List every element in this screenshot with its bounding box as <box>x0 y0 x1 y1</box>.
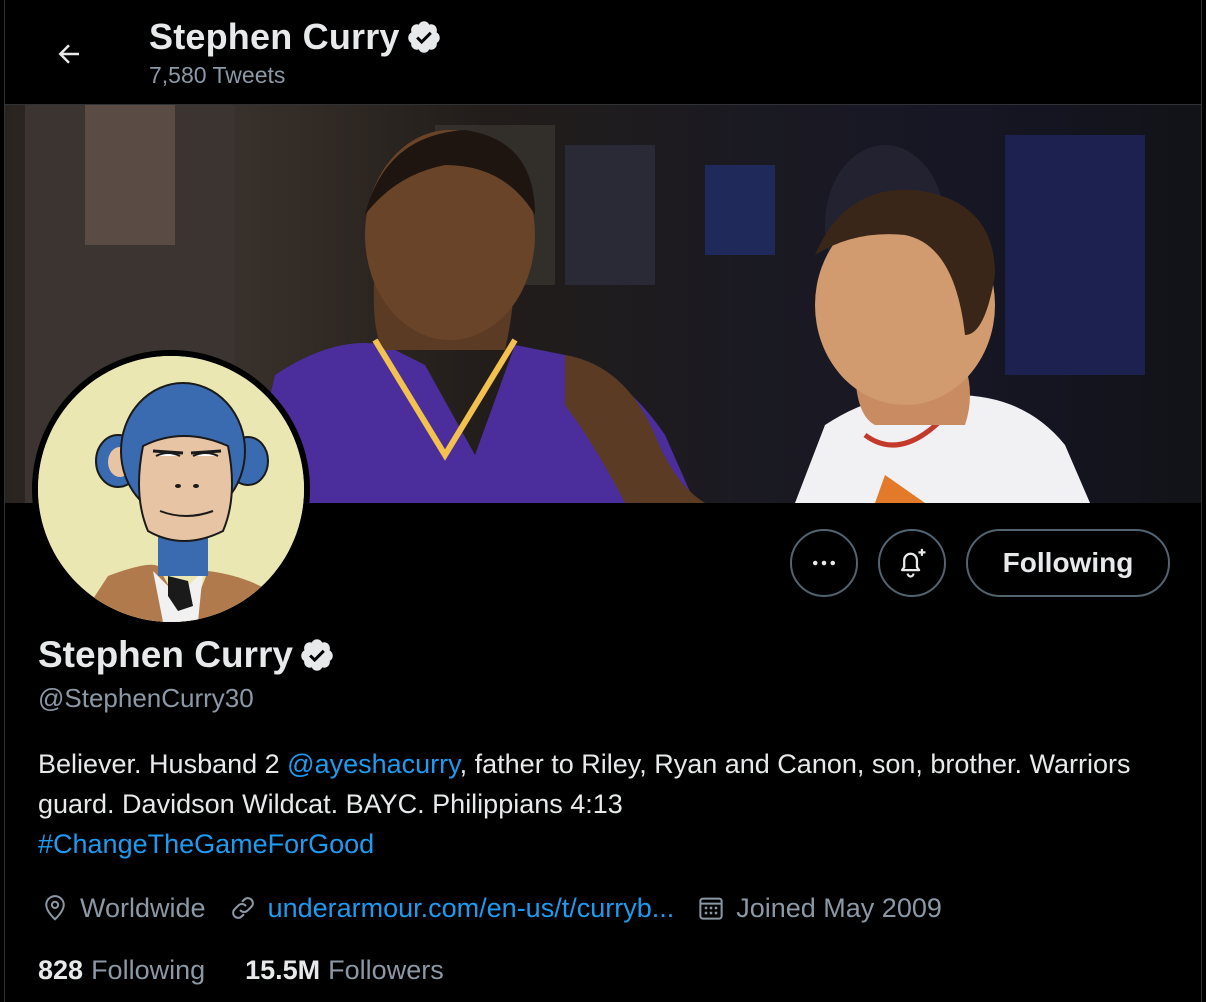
arrow-left-icon <box>58 44 79 64</box>
following-count-link[interactable]: 828 Following <box>38 955 205 986</box>
profile-name: Stephen Curry <box>38 634 335 676</box>
following-label: Following <box>91 954 206 985</box>
back-button[interactable] <box>45 30 93 78</box>
location-pin-icon <box>45 895 65 921</box>
profile-page: Stephen Curry 7,580 Tweets Following Ste… <box>0 0 1206 1002</box>
more-dots-icon <box>813 560 835 566</box>
profile-handle: @StephenCurry30 <box>38 683 254 713</box>
calendar-icon <box>699 897 723 920</box>
following-count: 828 <box>38 954 84 985</box>
bio-text-1: Believer. Husband 2 <box>38 749 288 779</box>
joined-text: Joined May 2009 <box>736 892 942 923</box>
profile-header: Stephen Curry 7,580 Tweets <box>5 0 1201 105</box>
bio-mention-link[interactable]: @ayeshacurry <box>287 749 459 779</box>
more-options-button[interactable] <box>790 529 858 597</box>
avatar[interactable] <box>38 356 304 622</box>
link-icon <box>231 897 254 919</box>
followers-count-link[interactable]: 15.5M Followers <box>245 955 444 986</box>
notifications-button[interactable] <box>878 529 946 597</box>
location-text: Worldwide <box>80 892 206 923</box>
profile-meta: Worldwide underarmour.com/en-us/t/curryb… <box>40 888 964 928</box>
follow-stats: 828 Following 15.5M Followers <box>38 950 484 990</box>
followers-count: 15.5M <box>245 954 321 985</box>
header-title: Stephen Curry <box>149 16 442 58</box>
bored-ape-avatar-image <box>38 356 304 622</box>
header-tweet-count: 7,580 Tweets <box>149 62 286 88</box>
header-name: Stephen Curry <box>149 16 400 57</box>
bell-plus-icon <box>900 548 926 578</box>
verified-badge-icon <box>299 637 335 673</box>
website: underarmour.com/en-us/t/curryb... <box>228 893 675 924</box>
profile-name-text: Stephen Curry <box>38 634 293 675</box>
following-button[interactable]: Following <box>966 529 1170 597</box>
verified-badge-icon <box>406 19 442 55</box>
column-border-right <box>1201 0 1202 1002</box>
followers-label: Followers <box>328 954 444 985</box>
website-link[interactable]: underarmour.com/en-us/t/curryb... <box>268 893 675 924</box>
joined-date: Joined May 2009 <box>696 893 942 924</box>
location: Worldwide <box>40 893 206 924</box>
bio-hashtag-link[interactable]: #ChangeTheGameForGood <box>38 829 374 859</box>
profile-bio: Believer. Husband 2 @ayeshacurry, father… <box>38 744 1168 864</box>
